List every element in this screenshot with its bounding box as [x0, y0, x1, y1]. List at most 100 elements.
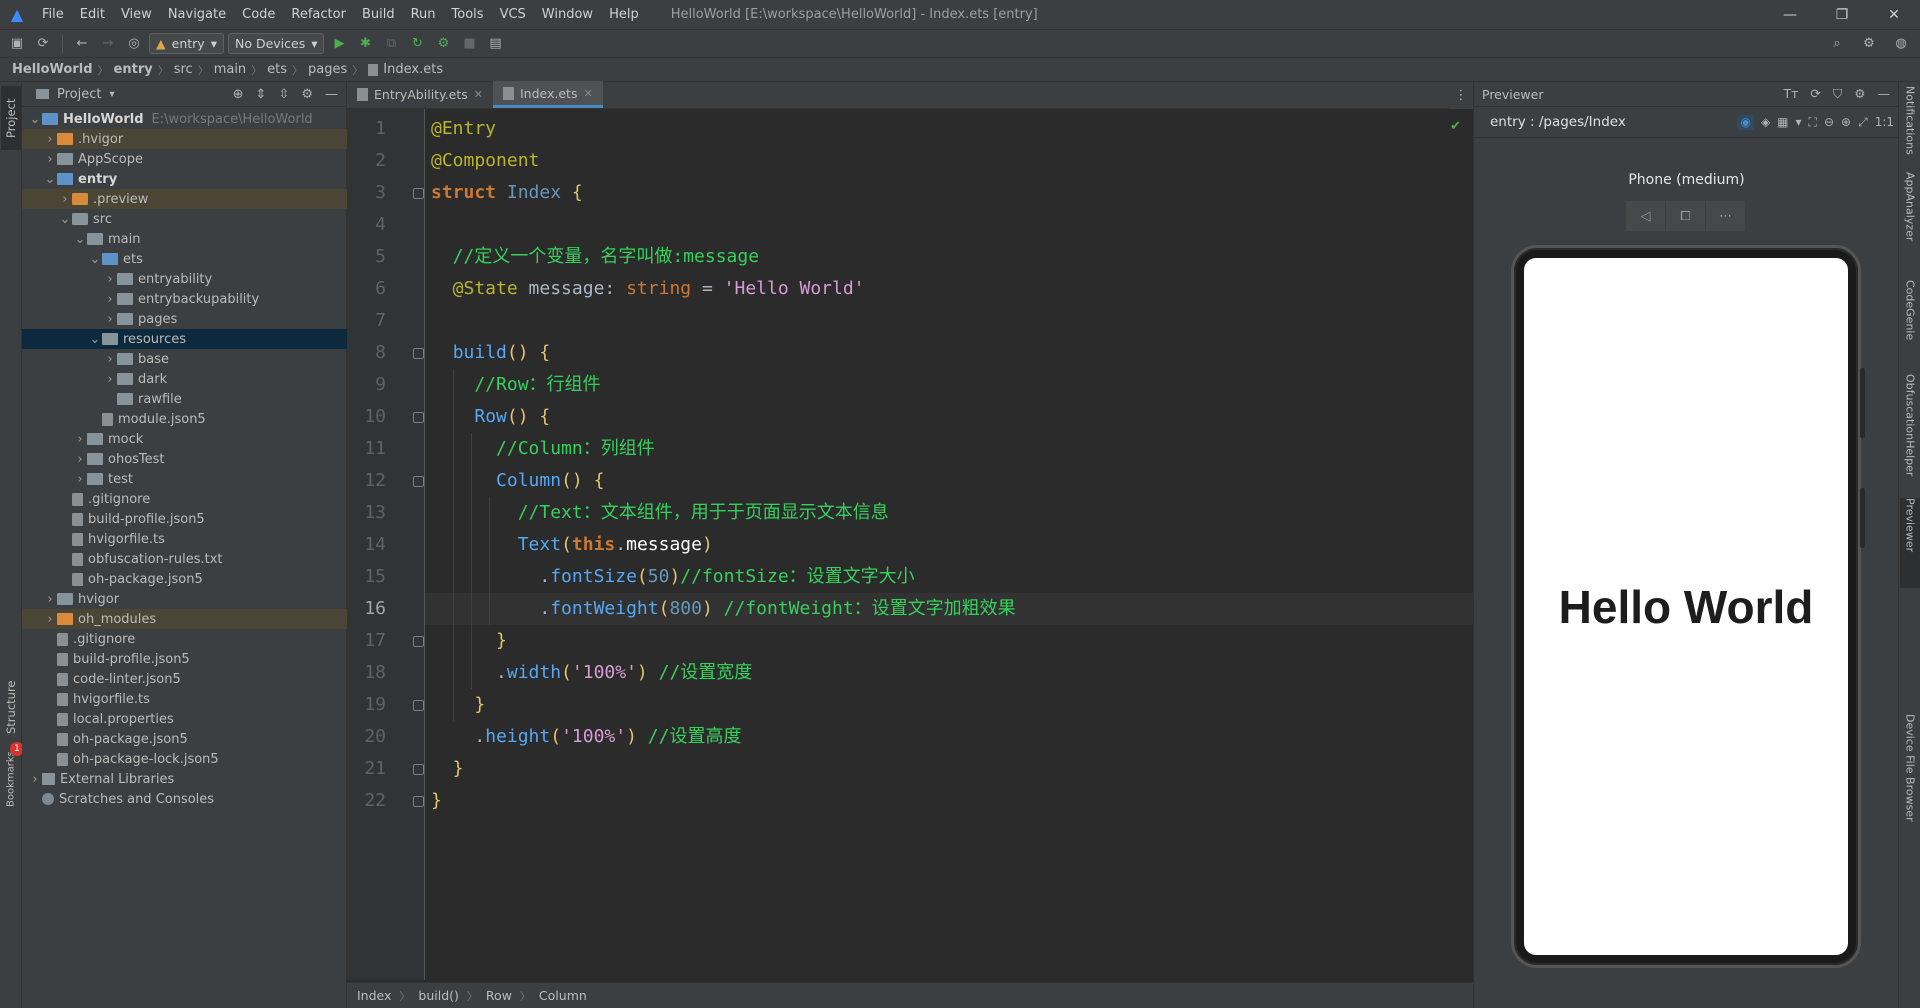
- tree-item[interactable]: ⌄ resources: [22, 329, 347, 349]
- tree-item[interactable]: › entryability: [22, 269, 347, 289]
- hide-icon[interactable]: —: [1878, 86, 1891, 102]
- fold-marker-icon[interactable]: [413, 636, 424, 647]
- chevron-right-icon[interactable]: ›: [73, 452, 87, 467]
- fold-marker-icon[interactable]: [413, 348, 424, 359]
- previewer-route[interactable]: entry : /pages/Index: [1490, 114, 1626, 130]
- search-icon[interactable]: ⌕: [1826, 33, 1848, 55]
- tab-structure[interactable]: Structure: [1, 672, 21, 742]
- save-all-icon[interactable]: ▣: [6, 33, 28, 55]
- tab-previewer[interactable]: Previewer: [1900, 498, 1920, 588]
- hide-icon[interactable]: —: [325, 87, 338, 102]
- gear-icon[interactable]: ⚙: [1854, 86, 1865, 102]
- tree-item[interactable]: › base: [22, 349, 347, 369]
- code-area[interactable]: ✔ @Entry @Component struct Index { //定义一个变…: [425, 109, 1473, 980]
- chevron-right-icon[interactable]: ›: [103, 312, 117, 327]
- chevron-right-icon[interactable]: ›: [103, 272, 117, 287]
- menu-vcs[interactable]: VCS: [492, 0, 534, 29]
- fold-marker-icon[interactable]: [413, 188, 424, 199]
- chevron-down-icon[interactable]: ▾: [109, 89, 114, 100]
- breadcrumb-item[interactable]: main: [214, 62, 246, 77]
- tab-obfuscationhelper[interactable]: ObfuscationHelper: [1900, 374, 1920, 494]
- tree-item[interactable]: › AppScope: [22, 149, 347, 169]
- tree-item[interactable]: oh-package-lock.json5: [22, 749, 347, 769]
- chevron-right-icon[interactable]: ›: [103, 352, 117, 367]
- tree-item[interactable]: local.properties: [22, 709, 347, 729]
- gear-icon[interactable]: ⚙: [1858, 33, 1880, 55]
- gear-icon[interactable]: ⚙: [301, 87, 313, 102]
- menu-tools[interactable]: Tools: [444, 0, 492, 29]
- fit-icon[interactable]: ⤢: [1858, 115, 1868, 130]
- tab-entryability-ets[interactable]: EntryAbility.ets ✕: [347, 81, 493, 108]
- menu-edit[interactable]: Edit: [72, 0, 113, 29]
- tree-item[interactable]: oh-package.json5: [22, 729, 347, 749]
- structure-crumb[interactable]: Index: [357, 988, 391, 1003]
- tree-item[interactable]: hvigorfile.ts: [22, 529, 347, 549]
- inspector-icon[interactable]: ⛉: [1833, 86, 1842, 102]
- menu-view[interactable]: View: [113, 0, 160, 29]
- tree-item[interactable]: Scratches and Consoles: [22, 789, 347, 809]
- chevron-down-icon[interactable]: ⌄: [43, 172, 57, 187]
- refresh-icon[interactable]: ⟳: [1810, 86, 1820, 102]
- tree-item[interactable]: ⌄ HelloWorld E:\workspace\HelloWorld: [22, 109, 347, 129]
- chevron-right-icon[interactable]: ›: [73, 472, 87, 487]
- back-icon[interactable]: ←: [71, 33, 93, 55]
- grid-icon[interactable]: ▦: [1777, 115, 1788, 130]
- maximize-button[interactable]: ❐: [1816, 0, 1868, 29]
- chevron-down-icon[interactable]: ⌄: [73, 232, 87, 247]
- chevron-right-icon[interactable]: ›: [103, 372, 117, 387]
- tree-item[interactable]: › test: [22, 469, 347, 489]
- breadcrumb-item[interactable]: src: [174, 62, 193, 77]
- back-triangle-icon[interactable]: ◁: [1626, 201, 1666, 231]
- breadcrumb-item[interactable]: Index.ets: [383, 62, 443, 77]
- fold-marker-icon[interactable]: [413, 796, 424, 807]
- run-icon[interactable]: ▶: [328, 33, 350, 55]
- chevron-right-icon[interactable]: ›: [43, 592, 57, 607]
- sync-icon[interactable]: ⟳: [32, 33, 54, 55]
- chevron-right-icon[interactable]: ›: [28, 772, 42, 787]
- chevron-right-icon[interactable]: ›: [43, 612, 57, 627]
- tree-item[interactable]: hvigorfile.ts: [22, 689, 347, 709]
- fold-marker-icon[interactable]: [413, 412, 424, 423]
- chevron-down-icon[interactable]: ⌄: [88, 252, 102, 267]
- chevron-down-icon[interactable]: ▾: [1796, 115, 1802, 130]
- tree-item[interactable]: ⌄ entry: [22, 169, 347, 189]
- chevron-right-icon[interactable]: ›: [103, 292, 117, 307]
- close-window-button[interactable]: ✕: [1868, 0, 1920, 29]
- chevron-down-icon[interactable]: ⌄: [28, 112, 42, 127]
- collapse-all-icon[interactable]: ⇳: [278, 87, 289, 102]
- tab-project[interactable]: Project: [1, 86, 21, 150]
- frame-icon[interactable]: ⛶: [1809, 115, 1817, 130]
- tree-item[interactable]: › .hvigor: [22, 129, 347, 149]
- forward-icon[interactable]: →: [97, 33, 119, 55]
- tree-item[interactable]: › .preview: [22, 189, 347, 209]
- breadcrumb-item[interactable]: pages: [308, 62, 347, 77]
- breadcrumb-item[interactable]: ets: [267, 62, 287, 77]
- eye-icon[interactable]: ◉: [1737, 114, 1754, 130]
- menu-code[interactable]: Code: [234, 0, 283, 29]
- chevron-down-icon[interactable]: ⌄: [88, 332, 102, 347]
- breadcrumb-item[interactable]: HelloWorld: [12, 62, 93, 77]
- close-icon[interactable]: ✕: [583, 87, 592, 100]
- menu-file[interactable]: File: [34, 0, 72, 29]
- more-tabs-icon[interactable]: ⋮: [1449, 82, 1473, 109]
- menu-window[interactable]: Window: [534, 0, 601, 29]
- fold-marker-icon[interactable]: [413, 476, 424, 487]
- tree-item[interactable]: › pages: [22, 309, 347, 329]
- attach-debugger-icon[interactable]: ⧉: [380, 33, 402, 55]
- project-panel-title[interactable]: Project: [57, 87, 101, 102]
- module-select[interactable]: ▲ entry ▾: [149, 33, 224, 54]
- tree-item[interactable]: › hvigor: [22, 589, 347, 609]
- tree-item[interactable]: › mock: [22, 429, 347, 449]
- tree-item[interactable]: module.json5: [22, 409, 347, 429]
- menu-refactor[interactable]: Refactor: [283, 0, 354, 29]
- layers-icon[interactable]: ◈: [1761, 115, 1770, 130]
- target-icon[interactable]: ◎: [123, 33, 145, 55]
- tree-item[interactable]: build-profile.json5: [22, 649, 347, 669]
- breadcrumb-item[interactable]: entry: [114, 62, 153, 77]
- device-select[interactable]: No Devices ▾: [227, 33, 325, 54]
- debug-icon[interactable]: ✱: [354, 33, 376, 55]
- tree-item[interactable]: ⌄ ets: [22, 249, 347, 269]
- tree-item[interactable]: .gitignore: [22, 629, 347, 649]
- locate-icon[interactable]: ⊕: [233, 87, 244, 102]
- logo-icon[interactable]: ◍: [1890, 33, 1912, 55]
